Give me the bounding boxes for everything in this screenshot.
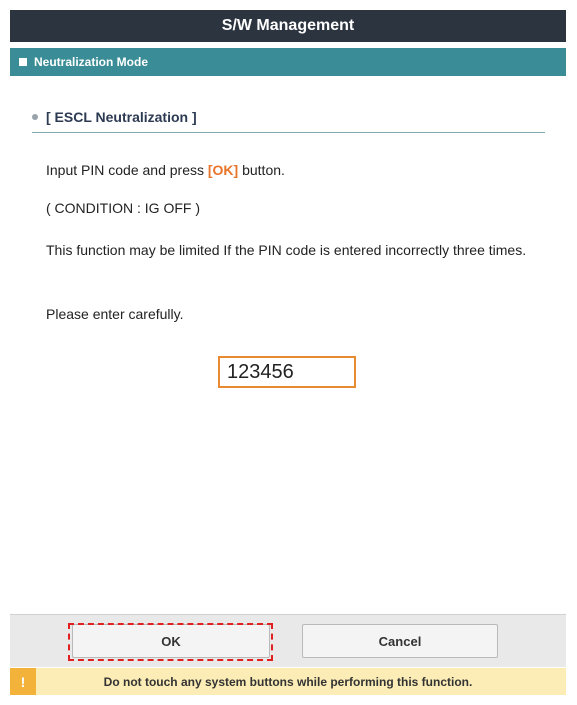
mode-bar: Neutralization Mode xyxy=(10,48,566,76)
ok-button[interactable]: OK xyxy=(72,624,270,658)
instruction-prefix: Input PIN code and press xyxy=(46,162,208,178)
app-window: S/W Management Neutralization Mode [ ESC… xyxy=(10,10,566,695)
ok-highlight-text: [OK] xyxy=(207,162,239,178)
mode-label: Neutralization Mode xyxy=(34,55,149,69)
footer-warning-text: Do not touch any system buttons while pe… xyxy=(103,674,473,689)
section-title: [ ESCL Neutralization ] xyxy=(46,109,197,125)
instruction-line: Input PIN code and press [OK] button. xyxy=(46,160,536,180)
condition-text: ( CONDITION : IG OFF ) xyxy=(46,200,200,216)
bullet-dot-icon xyxy=(32,114,38,120)
careful-text: Please enter carefully. xyxy=(46,306,184,322)
window-title: S/W Management xyxy=(221,17,355,34)
limit-warning-text: This function may be limited If the PIN … xyxy=(46,242,527,258)
square-bullet-icon xyxy=(19,58,27,66)
button-row: OK Cancel xyxy=(10,614,566,667)
pin-input[interactable] xyxy=(220,358,354,386)
window-title-bar: S/W Management xyxy=(10,10,566,42)
section-header: [ ESCL Neutralization ] xyxy=(32,108,545,133)
pin-input-box[interactable] xyxy=(218,356,356,388)
footer-warning-bar: ! Do not touch any system buttons while … xyxy=(10,668,566,695)
warning-icon: ! xyxy=(10,668,36,695)
cancel-button[interactable]: Cancel xyxy=(302,624,498,658)
instruction-suffix: button. xyxy=(238,162,285,178)
